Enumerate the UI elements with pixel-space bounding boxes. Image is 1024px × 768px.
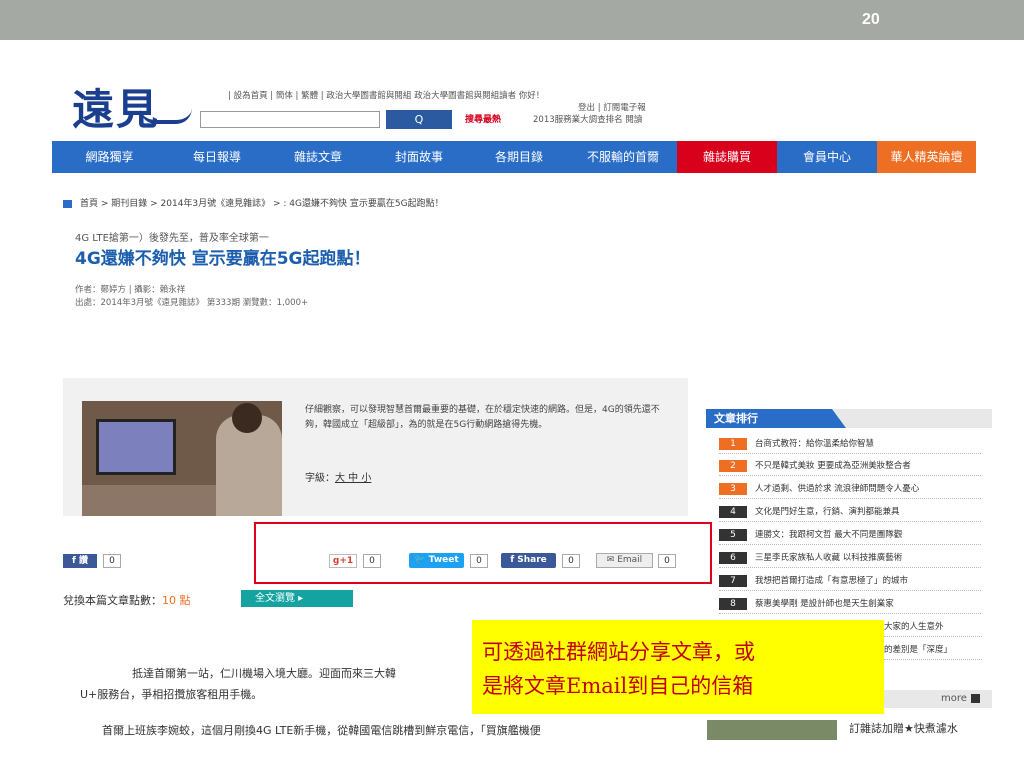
rank-text[interactable]: 台商式教符：給你溫柔給你智慧 <box>755 439 874 449</box>
fulltext-label: 全文瀏覽 <box>255 593 295 604</box>
photo-table <box>82 485 222 516</box>
rank-number: 3 <box>719 482 747 495</box>
logo-swoosh <box>140 108 192 124</box>
nav-online-exclusive[interactable]: 網路獨享 <box>52 141 167 173</box>
nav-buy-magazine[interactable]: 雜誌購買 <box>677 141 777 173</box>
search-button[interactable]: Q <box>386 110 452 129</box>
survey-link[interactable]: 2013服務業大調查排名 閱讀 <box>533 113 642 125</box>
photo-head <box>232 403 262 433</box>
font-size-label: 字級： <box>305 473 335 484</box>
nav-member-center[interactable]: 會員中心 <box>777 141 877 173</box>
article-author: 作者：鄭婷方 | 攝影：賴永祥 <box>75 285 186 295</box>
article-title: 4G還嫌不夠快 宣示要贏在5G起跑點！ <box>75 249 371 269</box>
rank-number: 6 <box>719 551 747 564</box>
ranking-item[interactable]: 4 文化是門好生意，行銷、演判都能兼具 <box>719 503 981 522</box>
nav-seoul-feature[interactable]: 不服輸的首爾 <box>569 141 677 173</box>
ranking-item[interactable]: 大家的人生意外 <box>884 618 982 637</box>
plus-icon <box>970 693 980 703</box>
points-text: 兌換本篇文章點數：10 點 <box>63 592 191 608</box>
search-input[interactable] <box>200 111 380 128</box>
nav-issue-archive[interactable]: 各期目錄 <box>469 141 569 173</box>
ranking-item[interactable]: 1 台商式教符：給你溫柔給你智慧 <box>719 435 981 454</box>
ranking-item[interactable]: 2 不只是韓式美妝 更要成為亞洲美妝整合者 <box>719 457 981 476</box>
rank-text[interactable]: 文化是門好生意，行銷、演判都能兼具 <box>755 507 900 517</box>
article-photo <box>82 401 282 516</box>
article-body-line: 首爾上班族李婉蛟，這個月剛換4G LTE新手機，從韓國電信跳槽到鮮京電信，「買旗… <box>102 724 541 737</box>
rank-text[interactable]: 蔡惠美學剛 是設計師也是天生創業家 <box>755 599 894 609</box>
rank-number: 2 <box>719 459 747 472</box>
nav-elite-forum[interactable]: 華人精英論壇 <box>877 141 976 173</box>
ranking-item[interactable]: 6 三星李氏家族私人收藏 以科技推廣藝術 <box>719 549 981 568</box>
home-icon[interactable] <box>63 199 72 208</box>
more-label: more <box>941 693 967 704</box>
font-size-control: 字級：大 中 小 <box>305 469 371 484</box>
site-logo[interactable]: 遠見 <box>72 76 160 137</box>
rank-number: 8 <box>719 597 747 610</box>
fulltext-button[interactable]: 全文瀏覽 ▸ <box>241 590 353 607</box>
photo-screen <box>96 419 176 475</box>
ranking-title[interactable]: 文章排行 <box>706 409 846 428</box>
main-nav: 網路獨享 每日報導 雜誌文章 封面故事 各期目錄 不服輸的首爾 雜誌購買 會員中… <box>52 141 976 173</box>
callout-line: 是將文章Email到自己的信箱 <box>482 674 754 698</box>
article-summary: 仔細觀察，可以發現智慧首爾最重要的基礎，在於穩定快速的網路。但是，4G的領先還不… <box>305 405 660 430</box>
article-kicker: 4G LTE搶第一）後發先至，普及率全球第一 <box>75 233 269 244</box>
ranking-item[interactable]: 8 蔡惠美學剛 是設計師也是天生創業家 <box>719 595 981 614</box>
hot-search-label[interactable]: 搜尋最熱 <box>465 112 501 125</box>
ranking-item[interactable]: 3 人才過剩、供過於求 流浪律師問題令人憂心 <box>719 480 981 499</box>
rank-text[interactable]: 不只是韓式美妝 更要成為亞洲美妝整合者 <box>755 461 911 471</box>
ranking-item[interactable]: 7 我想把首爾打造成「有意思極了」的城市 <box>719 572 981 591</box>
points-label: 兌換本篇文章點數： <box>63 594 162 607</box>
play-icon: ▸ <box>295 593 304 604</box>
more-link[interactable]: more <box>941 693 980 704</box>
rank-text[interactable]: 的差別是「深度」 <box>884 645 952 655</box>
rank-number: 4 <box>719 505 747 518</box>
article-body-line: U+服務台，爭相招攬旅客租用手機。 <box>80 688 263 701</box>
nav-magazine-articles[interactable]: 雜誌文章 <box>267 141 369 173</box>
facebook-like-button[interactable]: f 讚 <box>63 554 97 568</box>
rank-text[interactable]: 我想把首爾打造成「有意思極了」的城市 <box>755 576 908 586</box>
breadcrumb-text[interactable]: 首頁 > 期刊目錄 > 2014年3月號《遠見雜誌》 > : 4G還嫌不夠快 宣… <box>80 199 444 209</box>
nav-cover-story[interactable]: 封面故事 <box>369 141 469 173</box>
rank-text[interactable]: 大家的人生意外 <box>884 622 944 632</box>
sidebar-thumbnail[interactable] <box>707 720 837 740</box>
subscription-promo[interactable]: 訂雜誌加贈★快煮濾水 <box>849 720 958 736</box>
rank-text[interactable]: 連勝文：我跟柯文哲 最大不同是團隊觀 <box>755 530 902 540</box>
article-body-line: 抵達首爾第一站，仁川機場入境大廳。迎面而來三大韓 <box>132 667 396 680</box>
ranking-item[interactable]: 的差別是「深度」 <box>884 641 982 660</box>
slide-number: 20 <box>862 11 880 28</box>
callout-line: 可透過社群網站分享文章，或 <box>482 640 755 664</box>
rank-text[interactable]: 人才過剩、供過於求 流浪律師問題令人憂心 <box>755 484 919 494</box>
logout-link[interactable]: 登出 | 訂閱電子報 <box>578 101 646 113</box>
slide-top-bar: 20 <box>0 0 1024 40</box>
top-links[interactable]: | 設為首頁 | 簡体 | 繁體 | 政治大學圖書館與閱組 政治大學圖書館與閱組… <box>228 89 544 101</box>
facebook-like-count: 0 <box>103 554 121 568</box>
article-source: 出處：2014年3月號《遠見雜誌》 第333期 瀏覽數：1,000+ <box>75 298 309 308</box>
font-size-options[interactable]: 大 中 小 <box>335 473 371 484</box>
search-icon: Q <box>414 113 424 126</box>
rank-number: 1 <box>719 437 747 450</box>
points-value: 10 點 <box>162 594 191 607</box>
rank-text[interactable]: 三星李氏家族私人收藏 以科技推廣藝術 <box>755 553 902 563</box>
breadcrumb[interactable]: 首頁 > 期刊目錄 > 2014年3月號《遠見雜誌》 > : 4G還嫌不夠快 宣… <box>63 196 444 209</box>
annotation-callout: 可透過社群網站分享文章，或 是將文章Email到自己的信箱 <box>472 620 884 714</box>
nav-daily-report[interactable]: 每日報導 <box>167 141 267 173</box>
share-highlight-box <box>254 522 712 584</box>
rank-number: 5 <box>719 528 747 541</box>
rank-number: 7 <box>719 574 747 587</box>
ranking-item[interactable]: 5 連勝文：我跟柯文哲 最大不同是團隊觀 <box>719 526 981 545</box>
